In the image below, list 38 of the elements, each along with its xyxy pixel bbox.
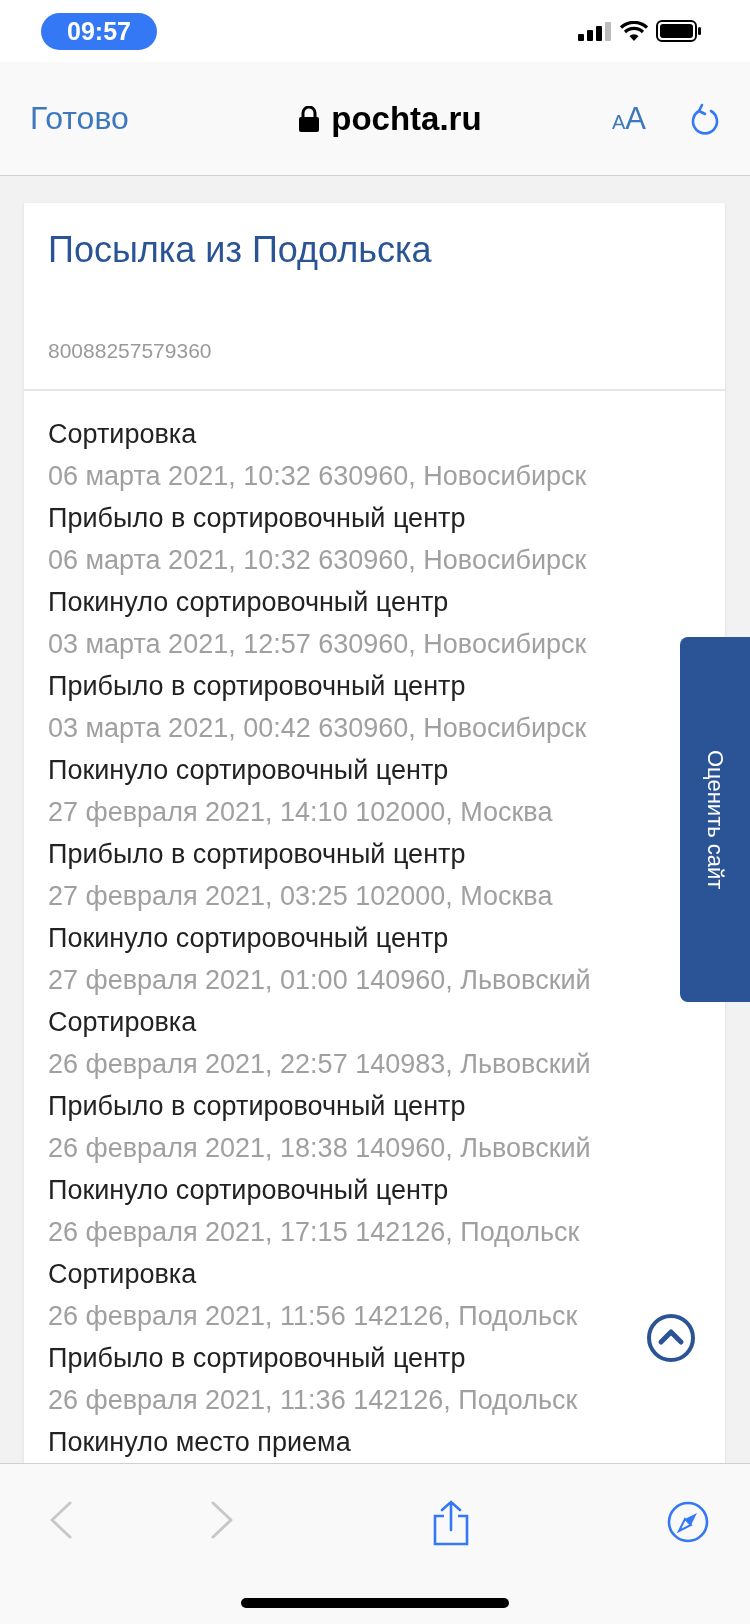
event-status: Сортировка <box>48 1258 197 1291</box>
signal-icon <box>578 21 612 41</box>
tracking-number: 80088257579360 <box>48 339 213 363</box>
event-details: 27 февраля 2021, 03:25 102000, Москва <box>48 880 553 913</box>
done-button[interactable]: Готово <box>30 100 129 137</box>
event-details: 26 февраля 2021, 22:57 140983, Львовский <box>48 1048 591 1081</box>
compass-icon[interactable] <box>666 1500 710 1544</box>
event-status: Прибыло в сортировочный центр <box>48 670 466 703</box>
event-status: Покинуло сортировочный центр <box>48 586 449 619</box>
reload-icon[interactable] <box>690 101 720 136</box>
event-status: Сортировка <box>48 418 197 451</box>
event-details: 03 марта 2021, 12:57 630960, Новосибирск <box>48 628 587 661</box>
rate-site-tab[interactable]: Оценить сайт <box>680 637 750 1002</box>
event-details: 06 марта 2021, 10:32 630960, Новосибирск <box>48 544 587 577</box>
address-text[interactable]: pochta.ru <box>331 99 482 138</box>
event-details: 26 февраля 2021, 11:56 142126, Подольск <box>48 1300 578 1333</box>
event-details: 27 февраля 2021, 01:00 140960, Львовский <box>48 964 591 997</box>
event-details: 26 февраля 2021, 18:38 140960, Львовский <box>48 1132 591 1165</box>
status-time: 09:57 <box>41 12 157 50</box>
event-status: Покинуло сортировочный центр <box>48 922 449 955</box>
event-status: Прибыло в сортировочный центр <box>48 838 466 871</box>
parcel-title: Посылка из Подольска <box>48 228 433 272</box>
lock-icon <box>299 105 320 132</box>
event-status: Прибыло в сортировочный центр <box>48 1342 466 1375</box>
event-details: 06 марта 2021, 10:32 630960, Новосибирск <box>48 460 587 493</box>
event-status: Покинуло место приема <box>48 1426 351 1459</box>
battery-icon <box>656 20 702 42</box>
event-details: 03 марта 2021, 00:42 630960, Новосибирск <box>48 712 587 745</box>
event-status: Покинуло сортировочный центр <box>48 754 449 787</box>
event-status: Прибыло в сортировочный центр <box>48 502 466 535</box>
wifi-icon <box>620 21 648 41</box>
event-details: 26 февраля 2021, 11:36 142126, Подольск <box>48 1384 578 1417</box>
event-status: Покинуло сортировочный центр <box>48 1174 449 1207</box>
event-details: 27 февраля 2021, 14:10 102000, Москва <box>48 796 553 829</box>
text-size-button[interactable]: AA <box>611 100 646 137</box>
event-status: Сортировка <box>48 1006 197 1039</box>
event-status: Прибыло в сортировочный центр <box>48 1090 466 1123</box>
event-details: 26 февраля 2021, 17:15 142126, Подольск <box>48 1216 580 1249</box>
